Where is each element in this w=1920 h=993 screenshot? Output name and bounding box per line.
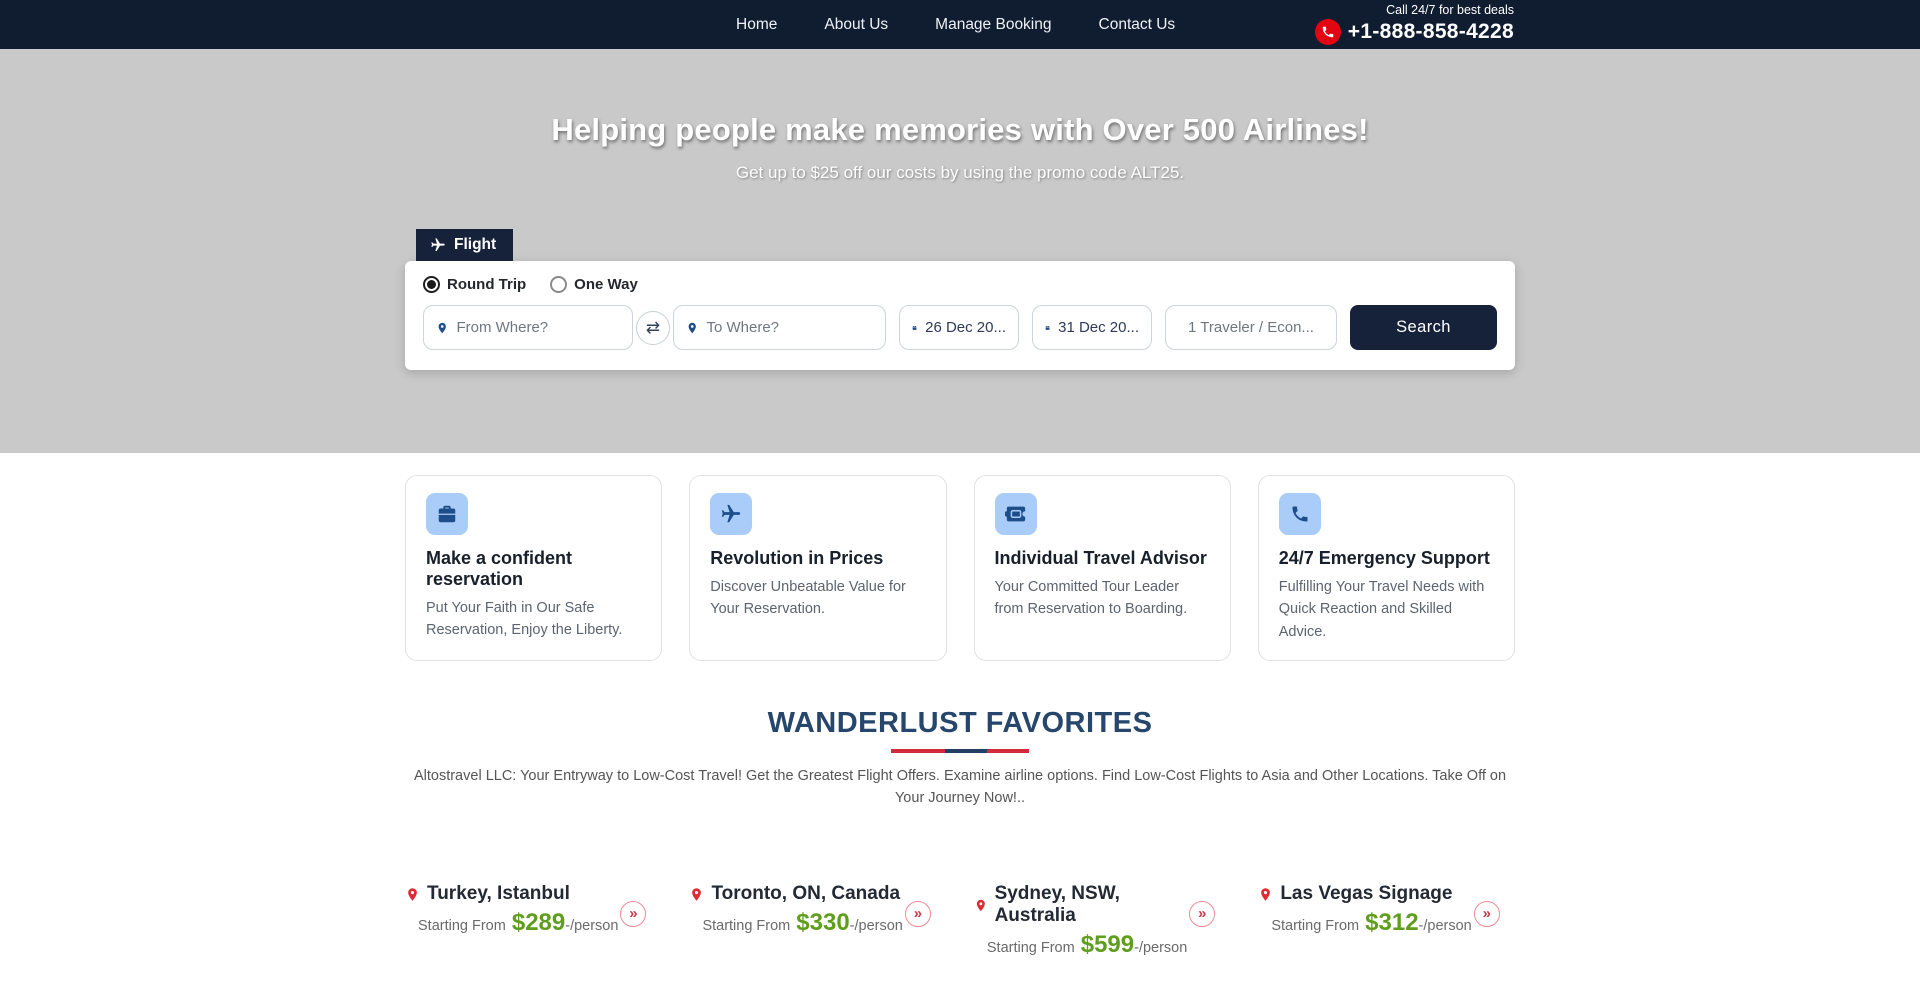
flight-search-widget: Flight Round Trip One Way ⇄ [405, 229, 1515, 370]
plane-icon [430, 237, 446, 253]
destination-card[interactable]: Toronto, ON, Canada Starting From$330-/p… [689, 883, 946, 959]
top-navbar: Home About Us Manage Booking Contact Us … [0, 0, 1920, 49]
trip-type-options: Round Trip One Way [423, 276, 1497, 293]
trip-type-radio[interactable]: One Way [550, 276, 638, 293]
to-field[interactable] [673, 305, 886, 350]
location-pin-icon [436, 319, 448, 337]
briefcase-icon [426, 493, 468, 535]
double-chevron-right-icon[interactable]: » [1189, 901, 1215, 927]
feature-card: Revolution in Prices Discover Unbeatable… [689, 475, 946, 661]
phone-block: Call 24/7 for best deals +1-888-858-4228 [1315, 3, 1514, 45]
return-date-value: 31 Dec 20... [1058, 319, 1139, 336]
nav-links: Home About Us Manage Booking Contact Us [736, 0, 1175, 49]
destinations-grid: Turkey, Istanbul Starting From$289-/pers… [405, 883, 1515, 993]
trip-type-radio[interactable]: Round Trip [423, 276, 526, 293]
price-suffix: -/person [565, 918, 618, 934]
price-prefix: Starting From [702, 918, 790, 934]
call-label: Call 24/7 for best deals [1315, 3, 1514, 17]
price-value: $330 [790, 909, 849, 936]
hero-section: Helping people make memories with Over 5… [0, 49, 1920, 453]
favorites-description: Altostravel LLC: Your Entryway to Low-Co… [403, 766, 1518, 810]
to-input[interactable] [706, 319, 873, 336]
location-pin-icon [686, 319, 698, 337]
feature-text: Discover Unbeatable Value for Your Reser… [710, 576, 925, 621]
feature-title: 24/7 Emergency Support [1279, 548, 1494, 569]
price-prefix: Starting From [987, 940, 1075, 956]
destination-price: Starting From$289-/person [418, 909, 618, 937]
price-value: $289 [506, 909, 565, 936]
calendar-icon [912, 320, 917, 336]
feature-title: Individual Travel Advisor [995, 548, 1210, 569]
calendar-icon [1045, 320, 1050, 336]
from-input[interactable] [456, 319, 620, 336]
feature-title: Revolution in Prices [710, 548, 925, 569]
double-chevron-right-icon[interactable]: » [620, 901, 646, 927]
destination-card[interactable]: Turkey, Istanbul Starting From$289-/pers… [405, 883, 662, 959]
depart-date-value: 26 Dec 20... [925, 319, 1006, 336]
feature-title: Make a confident reservation [426, 548, 641, 590]
price-suffix: -/person [1419, 918, 1472, 934]
return-date-field[interactable]: 31 Dec 20... [1032, 305, 1152, 350]
tab-flight-label: Flight [454, 236, 496, 254]
double-chevron-right-icon[interactable]: » [1474, 901, 1500, 927]
from-field[interactable] [423, 305, 633, 350]
depart-date-field[interactable]: 26 Dec 20... [899, 305, 1019, 350]
traveler-class-field[interactable]: 1 Traveler / Econ... [1165, 305, 1337, 350]
location-pin-icon [689, 885, 704, 904]
destination-card[interactable]: Sydney, NSW, Australia Starting From$599… [974, 883, 1231, 959]
ticket-icon [995, 493, 1037, 535]
feature-card: 24/7 Emergency Support Fulfilling Your T… [1258, 475, 1515, 661]
search-panel: Round Trip One Way ⇄ 26 Dec 20... [405, 261, 1515, 370]
title-underline [891, 749, 1029, 753]
price-suffix: -/person [850, 918, 903, 934]
price-prefix: Starting From [1271, 918, 1359, 934]
feature-text: Your Committed Tour Leader from Reservat… [995, 576, 1210, 621]
price-value: $599 [1075, 931, 1134, 958]
tab-flight[interactable]: Flight [416, 229, 513, 261]
trip-type-label: Round Trip [447, 276, 526, 293]
phone-number-link[interactable]: +1-888-858-4228 [1348, 20, 1514, 44]
price-value: $312 [1359, 909, 1418, 936]
destination-price: Starting From$599-/person [987, 931, 1187, 959]
location-pin-icon [405, 885, 420, 904]
destination-name: Sydney, NSW, Australia [995, 883, 1188, 927]
feature-card: Make a confident reservation Put Your Fa… [405, 475, 662, 661]
radio-icon [423, 276, 440, 293]
nav-link[interactable]: About Us [824, 16, 888, 34]
feature-text: Fulfilling Your Travel Needs with Quick … [1279, 576, 1494, 643]
destination-name: Toronto, ON, Canada [711, 883, 900, 905]
destination-price: Starting From$312-/person [1271, 909, 1471, 937]
favorites-title: WANDERLUST FAVORITES [0, 707, 1920, 740]
nav-link[interactable]: Contact Us [1099, 16, 1176, 34]
plane-icon [710, 493, 752, 535]
location-pin-icon [974, 896, 988, 915]
swap-locations-button[interactable]: ⇄ [636, 311, 670, 345]
destination-name: Las Vegas Signage [1280, 883, 1452, 905]
trip-type-label: One Way [574, 276, 638, 293]
traveler-class-value: 1 Traveler / Econ... [1188, 319, 1314, 336]
hero-title: Helping people make memories with Over 5… [0, 49, 1920, 148]
radio-icon [550, 276, 567, 293]
hero-subtitle: Get up to $25 off our costs by using the… [0, 163, 1920, 183]
phone-badge-icon [1315, 19, 1341, 45]
destination-name: Turkey, Istanbul [427, 883, 570, 905]
feature-text: Put Your Faith in Our Safe Reservation, … [426, 597, 641, 642]
destination-card[interactable]: Las Vegas Signage Starting From$312-/per… [1258, 883, 1515, 959]
nav-link[interactable]: Manage Booking [935, 16, 1051, 34]
search-button[interactable]: Search [1350, 305, 1497, 350]
feature-card: Individual Travel Advisor Your Committed… [974, 475, 1231, 661]
phone-icon [1279, 493, 1321, 535]
favorites-section: WANDERLUST FAVORITES Altostravel LLC: Yo… [0, 707, 1920, 993]
price-prefix: Starting From [418, 918, 506, 934]
price-suffix: -/person [1134, 940, 1187, 956]
features-row: Make a confident reservation Put Your Fa… [405, 475, 1515, 661]
location-pin-icon [1258, 885, 1273, 904]
destination-price: Starting From$330-/person [702, 909, 902, 937]
double-chevron-right-icon[interactable]: » [905, 901, 931, 927]
nav-link[interactable]: Home [736, 16, 777, 34]
